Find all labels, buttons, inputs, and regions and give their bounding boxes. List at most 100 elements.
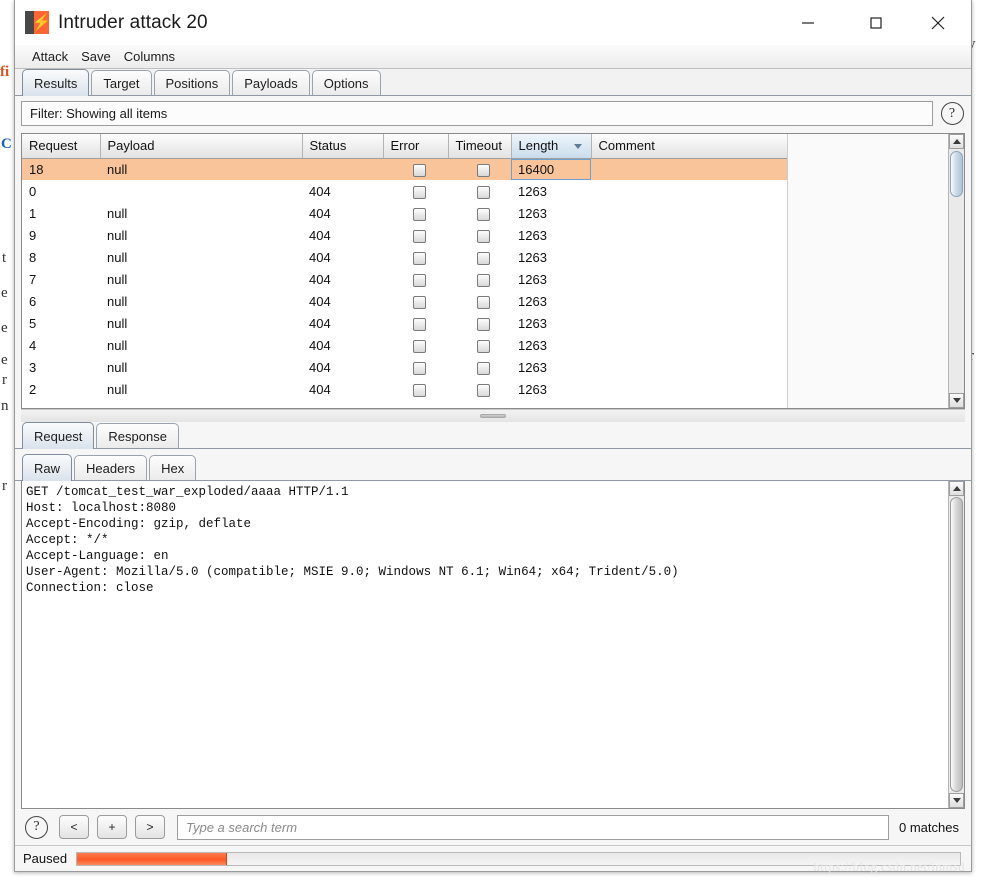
cell-length[interactable]: 1263: [511, 334, 591, 356]
cell-comment[interactable]: [591, 158, 791, 180]
checkbox-icon[interactable]: [413, 252, 426, 265]
cell-timeout-checkbox[interactable]: [448, 202, 511, 224]
column-header-status[interactable]: Status: [302, 134, 383, 158]
raw-vertical-scrollbar[interactable]: [948, 481, 964, 808]
cell-error-checkbox[interactable]: [383, 180, 448, 202]
tab-raw[interactable]: Raw: [22, 454, 72, 481]
cell-payload[interactable]: null: [100, 334, 302, 356]
results-scroll-thumb[interactable]: [950, 151, 963, 197]
cell-request[interactable]: 3: [22, 356, 100, 378]
checkbox-icon[interactable]: [413, 340, 426, 353]
cell-request[interactable]: 18: [22, 158, 100, 180]
cell-comment[interactable]: [591, 202, 791, 224]
cell-comment[interactable]: [591, 224, 791, 246]
cell-error-checkbox[interactable]: [383, 202, 448, 224]
table-row[interactable]: 8null4041263: [22, 246, 791, 268]
table-row[interactable]: 04041263: [22, 180, 791, 202]
cell-length[interactable]: 1263: [511, 224, 591, 246]
raw-scroll-track[interactable]: [949, 496, 964, 793]
cell-error-checkbox[interactable]: [383, 268, 448, 290]
table-row[interactable]: 5null4041263: [22, 312, 791, 334]
checkbox-icon[interactable]: [413, 164, 426, 177]
cell-error-checkbox[interactable]: [383, 356, 448, 378]
menu-item-save[interactable]: Save: [81, 49, 111, 64]
cell-timeout-checkbox[interactable]: [448, 246, 511, 268]
checkbox-icon[interactable]: [413, 230, 426, 243]
cell-request[interactable]: 5: [22, 312, 100, 334]
checkbox-icon[interactable]: [413, 274, 426, 287]
search-add-button[interactable]: +: [97, 815, 127, 839]
column-header-timeout[interactable]: Timeout: [448, 134, 511, 158]
checkbox-icon[interactable]: [477, 274, 490, 287]
cell-error-checkbox[interactable]: [383, 246, 448, 268]
cell-status[interactable]: [302, 158, 383, 180]
cell-error-checkbox[interactable]: [383, 158, 448, 180]
cell-request[interactable]: 2: [22, 378, 100, 400]
cell-status[interactable]: 404: [302, 312, 383, 334]
raw-scroll-down-button[interactable]: [949, 793, 964, 808]
table-row[interactable]: 18null16400: [22, 158, 791, 180]
cell-status[interactable]: 404: [302, 202, 383, 224]
cell-status[interactable]: 404: [302, 378, 383, 400]
search-help-icon[interactable]: ?: [25, 816, 48, 839]
close-button[interactable]: [915, 0, 961, 45]
checkbox-icon[interactable]: [477, 296, 490, 309]
cell-request[interactable]: 0: [22, 180, 100, 202]
table-row[interactable]: 1null4041263: [22, 202, 791, 224]
checkbox-icon[interactable]: [413, 208, 426, 221]
cell-timeout-checkbox[interactable]: [448, 180, 511, 202]
checkbox-icon[interactable]: [477, 164, 490, 177]
checkbox-icon[interactable]: [477, 186, 490, 199]
cell-timeout-checkbox[interactable]: [448, 158, 511, 180]
checkbox-icon[interactable]: [477, 384, 490, 397]
column-header-length[interactable]: Length: [511, 134, 591, 158]
cell-request[interactable]: 9: [22, 224, 100, 246]
table-row[interactable]: 9null4041263: [22, 224, 791, 246]
splitter-grip[interactable]: [480, 414, 506, 418]
tab-options[interactable]: Options: [312, 70, 381, 95]
cell-status[interactable]: 404: [302, 268, 383, 290]
cell-status[interactable]: 404: [302, 334, 383, 356]
table-row[interactable]: 2null4041263: [22, 378, 791, 400]
tab-headers[interactable]: Headers: [74, 455, 147, 480]
results-scroll-track[interactable]: [949, 149, 964, 393]
tab-positions[interactable]: Positions: [154, 70, 231, 95]
search-next-button[interactable]: >: [135, 815, 165, 839]
cell-length[interactable]: 1263: [511, 356, 591, 378]
search-prev-button[interactable]: <: [59, 815, 89, 839]
cell-status[interactable]: 404: [302, 246, 383, 268]
cell-timeout-checkbox[interactable]: [448, 378, 511, 400]
table-row[interactable]: 3null4041263: [22, 356, 791, 378]
checkbox-icon[interactable]: [413, 318, 426, 331]
cell-comment[interactable]: [591, 180, 791, 202]
tab-hex[interactable]: Hex: [149, 455, 196, 480]
filter-bar[interactable]: Filter: Showing all items: [21, 101, 933, 126]
cell-request[interactable]: 1: [22, 202, 100, 224]
checkbox-icon[interactable]: [477, 208, 490, 221]
cell-request[interactable]: 7: [22, 268, 100, 290]
cell-length[interactable]: 1263: [511, 202, 591, 224]
cell-request[interactable]: 6: [22, 290, 100, 312]
cell-payload[interactable]: null: [100, 312, 302, 334]
column-header-error[interactable]: Error: [383, 134, 448, 158]
table-row[interactable]: 6null4041263: [22, 290, 791, 312]
raw-request-text[interactable]: GET /tomcat_test_war_exploded/aaaa HTTP/…: [22, 481, 948, 808]
cell-comment[interactable]: [591, 246, 791, 268]
cell-timeout-checkbox[interactable]: [448, 334, 511, 356]
checkbox-icon[interactable]: [413, 296, 426, 309]
checkbox-icon[interactable]: [477, 362, 490, 375]
cell-payload[interactable]: null: [100, 268, 302, 290]
filter-help-button[interactable]: ?: [937, 100, 967, 127]
cell-length[interactable]: 1263: [511, 246, 591, 268]
cell-comment[interactable]: [591, 378, 791, 400]
cell-request[interactable]: 8: [22, 246, 100, 268]
cell-payload[interactable]: null: [100, 224, 302, 246]
column-header-comment[interactable]: Comment: [591, 134, 791, 158]
checkbox-icon[interactable]: [413, 186, 426, 199]
cell-length[interactable]: 1263: [511, 378, 591, 400]
cell-length[interactable]: 16400: [511, 158, 591, 180]
cell-request[interactable]: 4: [22, 334, 100, 356]
cell-error-checkbox[interactable]: [383, 224, 448, 246]
cell-error-checkbox[interactable]: [383, 290, 448, 312]
tab-payloads[interactable]: Payloads: [232, 70, 309, 95]
